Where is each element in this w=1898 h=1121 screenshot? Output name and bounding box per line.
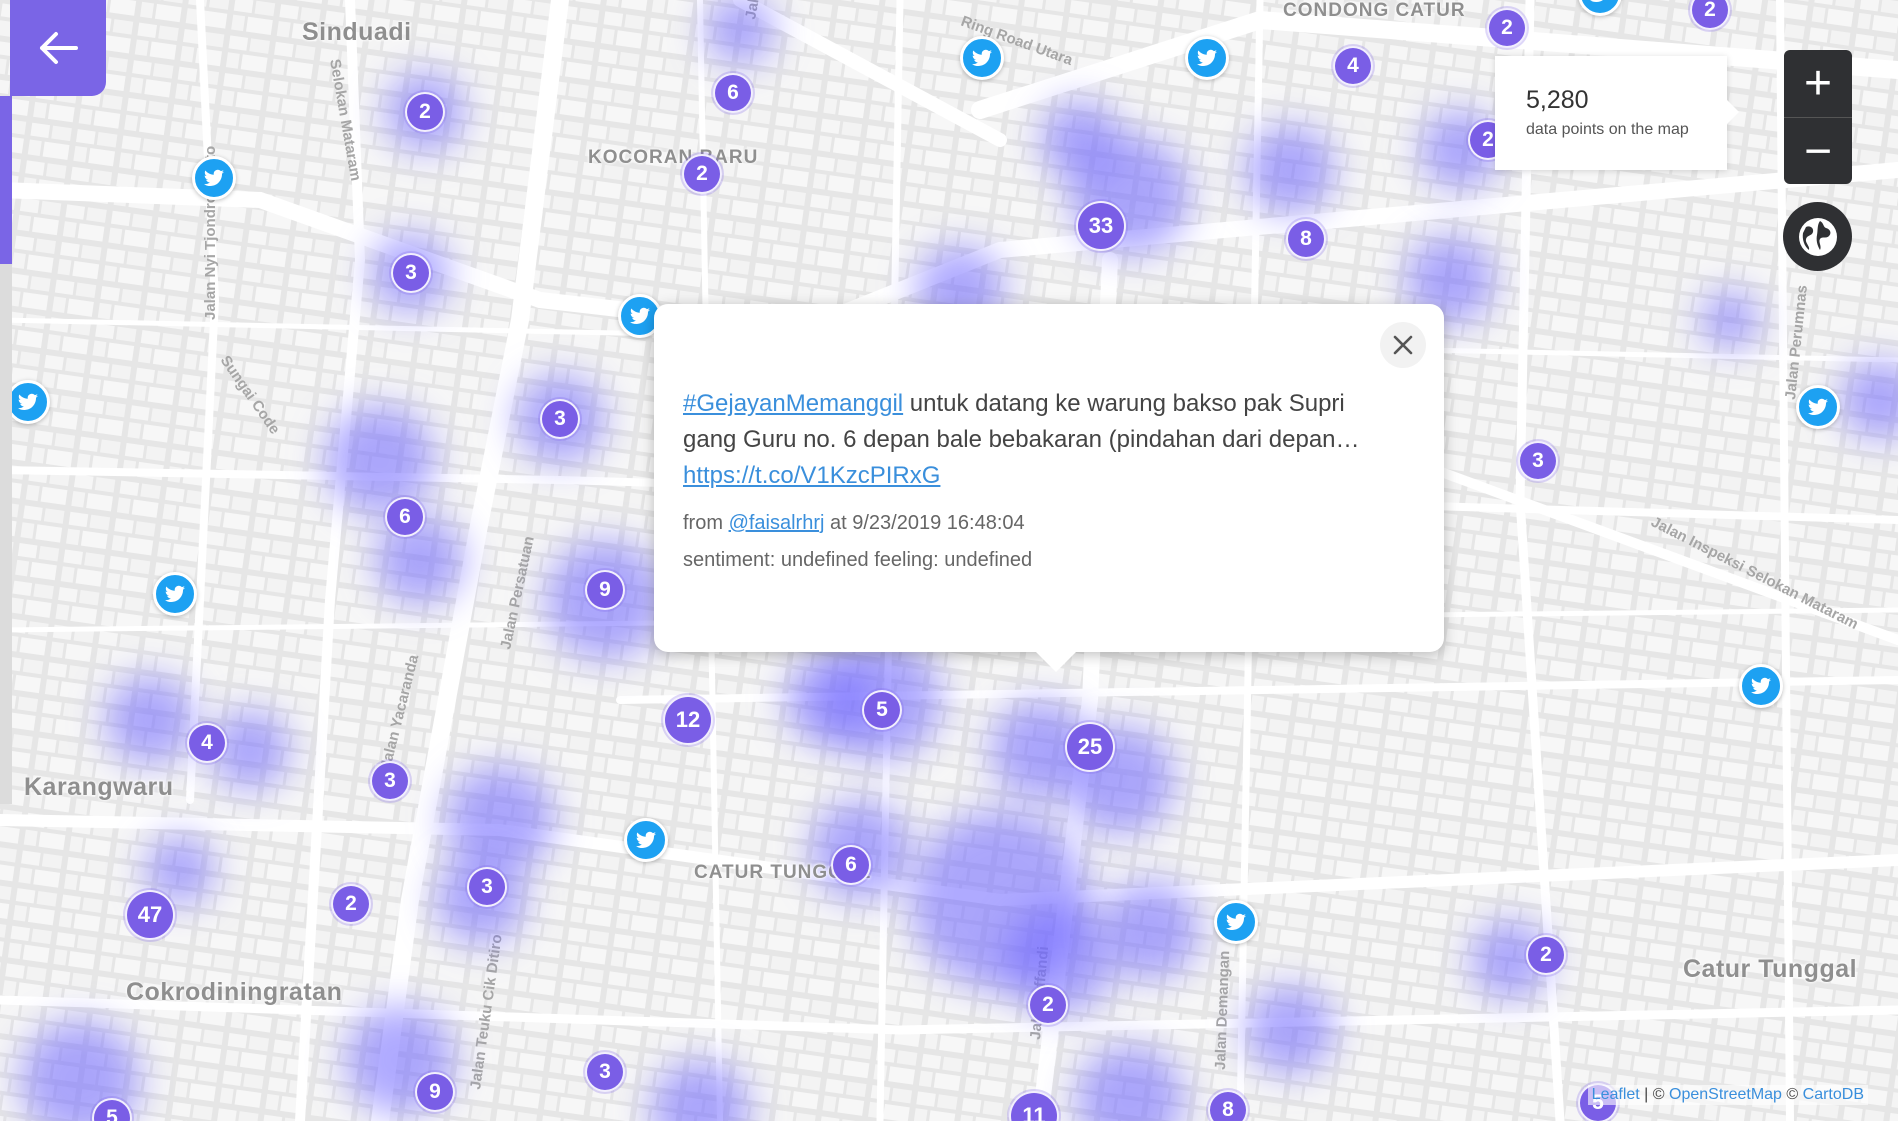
cluster-marker[interactable]: 47 xyxy=(125,890,175,940)
cluster-marker[interactable]: 9 xyxy=(585,570,625,610)
tweet-meta: from @faisalrhrj at 9/23/2019 16:48:04 xyxy=(683,512,1374,535)
cluster-marker[interactable]: 2 xyxy=(1028,985,1068,1025)
place-label: Cokrodiningratan xyxy=(126,978,343,1006)
twitter-bird-icon xyxy=(972,49,992,66)
cluster-marker[interactable]: 6 xyxy=(385,497,425,537)
tweet-marker[interactable] xyxy=(624,818,668,862)
back-button[interactable] xyxy=(10,0,106,96)
place-label: CONDONG CATUR xyxy=(1283,0,1466,21)
cluster-marker[interactable]: 3 xyxy=(467,867,507,907)
popup-close-button[interactable] xyxy=(1380,322,1426,368)
twitter-bird-icon xyxy=(165,585,185,602)
cluster-marker[interactable]: 2 xyxy=(1487,8,1527,48)
twitter-bird-icon xyxy=(1197,49,1217,66)
place-label: Sinduadi xyxy=(302,18,412,46)
cluster-marker[interactable]: 4 xyxy=(187,723,227,763)
cluster-marker[interactable]: 8 xyxy=(1286,219,1326,259)
sidebar-accent xyxy=(0,96,12,264)
zoom-in-button[interactable]: + xyxy=(1784,50,1852,117)
tweet-timestamp: at 9/23/2019 16:48:04 xyxy=(824,512,1025,534)
popup-tail xyxy=(1036,652,1076,672)
tweet-marker[interactable] xyxy=(153,572,197,616)
tweet-marker[interactable] xyxy=(1185,36,1229,80)
twitter-bird-icon xyxy=(204,169,224,186)
map-attribution: Leaflet | © OpenStreetMap © CartoDB xyxy=(1587,1085,1868,1105)
twitter-bird-icon xyxy=(18,393,38,410)
tweet-marker[interactable] xyxy=(1796,385,1840,429)
tweet-url-link[interactable]: https://t.co/V1KzcPIRxG xyxy=(683,462,940,489)
cluster-marker[interactable]: 3 xyxy=(370,761,410,801)
cluster-marker[interactable]: 9 xyxy=(415,1072,455,1112)
close-icon xyxy=(1393,335,1413,355)
cluster-marker[interactable]: 5 xyxy=(862,690,902,730)
data-points-counter: 5,280 data points on the map xyxy=(1495,56,1739,170)
twitter-bird-icon xyxy=(636,831,656,848)
tweet-text: #GejayanMemanggil untuk datang ke warung… xyxy=(683,386,1374,494)
zoom-out-button[interactable]: − xyxy=(1784,118,1852,184)
tweet-marker[interactable] xyxy=(6,380,50,424)
place-label: KOCORAN BARU xyxy=(588,147,759,168)
cluster-marker[interactable]: 3 xyxy=(391,253,431,293)
data-points-count: 5,280 xyxy=(1526,86,1589,114)
cluster-marker[interactable]: 2 xyxy=(1526,935,1566,975)
tweet-marker[interactable] xyxy=(192,156,236,200)
cluster-marker[interactable]: 6 xyxy=(713,73,753,113)
cluster-marker[interactable]: 6 xyxy=(831,845,871,885)
cluster-marker[interactable]: 3 xyxy=(585,1052,625,1092)
twitter-bird-icon xyxy=(1590,0,1603,2)
cluster-marker[interactable]: 3 xyxy=(1518,441,1558,481)
from-label: from xyxy=(683,512,729,534)
hashtag-link[interactable]: #GejayanMemanggil xyxy=(683,390,903,417)
cluster-marker[interactable]: 12 xyxy=(663,695,713,745)
cluster-marker[interactable]: 2 xyxy=(331,884,371,924)
cluster-marker[interactable]: 33 xyxy=(1076,201,1126,251)
cluster-marker[interactable]: 2 xyxy=(405,92,445,132)
zoom-control: + − xyxy=(1784,50,1852,184)
globe-icon xyxy=(1798,217,1837,256)
carto-link[interactable]: CartoDB xyxy=(1803,1086,1864,1103)
twitter-bird-icon xyxy=(630,307,650,324)
globe-button[interactable] xyxy=(1783,202,1852,271)
tweet-marker[interactable] xyxy=(1739,664,1783,708)
counter-pointer xyxy=(1727,100,1739,124)
tweet-sentiment: sentiment: undefined feeling: undefined xyxy=(683,549,1033,571)
twitter-bird-icon xyxy=(1808,398,1828,415)
user-link[interactable]: @faisalrhrj xyxy=(729,512,825,534)
sidebar-edge xyxy=(0,264,12,804)
attribution-separator: | © xyxy=(1639,1086,1669,1103)
twitter-bird-icon xyxy=(1751,677,1771,694)
tweet-marker[interactable] xyxy=(960,36,1004,80)
tweet-popup: #GejayanMemanggil untuk datang ke warung… xyxy=(654,304,1444,672)
cluster-marker[interactable]: 3 xyxy=(540,399,580,439)
arrow-left-icon xyxy=(40,32,78,64)
place-label: Catur Tunggal xyxy=(1683,955,1858,983)
cluster-marker[interactable]: 2 xyxy=(682,154,722,194)
leaflet-link[interactable]: Leaflet xyxy=(1592,1086,1640,1103)
twitter-bird-icon xyxy=(1226,913,1246,930)
cluster-marker[interactable]: 25 xyxy=(1065,722,1115,772)
cluster-marker[interactable]: 4 xyxy=(1333,46,1373,86)
attribution-separator: © xyxy=(1781,1086,1803,1103)
tweet-marker[interactable] xyxy=(1214,900,1258,944)
data-points-label: data points on the map xyxy=(1526,121,1689,138)
osm-link[interactable]: OpenStreetMap xyxy=(1669,1086,1782,1103)
place-label: Karangwaru xyxy=(24,773,174,801)
